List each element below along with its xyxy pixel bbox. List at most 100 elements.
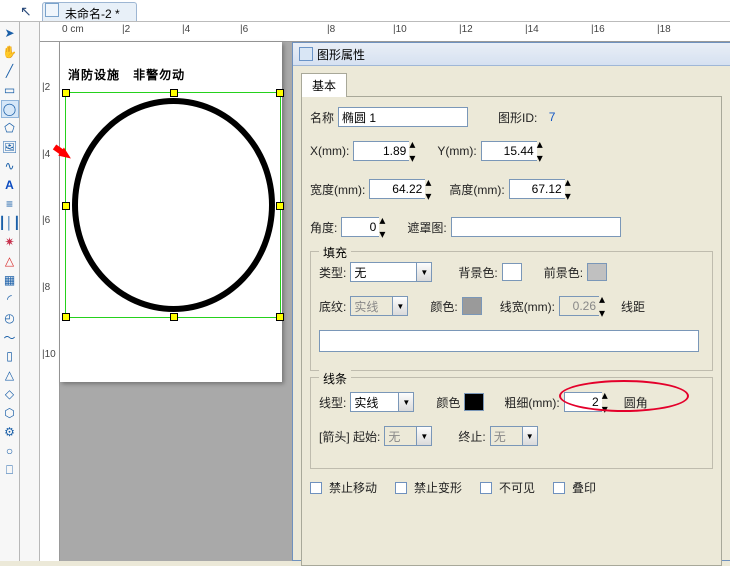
title-bar: ↖ 未命名-2 * <box>0 0 730 22</box>
gear-tool-icon[interactable]: ⚙ <box>1 423 19 441</box>
barcode-tool-icon[interactable]: ┃│┃ <box>1 214 19 232</box>
line-tool-icon[interactable]: ╱ <box>1 62 19 80</box>
canvas-area[interactable]: 消防设施 非警勿动 <box>60 42 292 561</box>
spin-down-icon[interactable]: ▾ <box>565 189 571 203</box>
fill-legend: 填充 <box>319 244 351 261</box>
dropdown-icon: ▼ <box>392 296 408 316</box>
spin-down-icon[interactable]: ▾ <box>425 189 431 203</box>
spacing-label: 线距 <box>621 298 645 315</box>
handle-ne[interactable] <box>276 89 284 97</box>
ruler-h-lbl: |12 <box>459 24 473 35</box>
name-input[interactable] <box>338 107 468 127</box>
lockmove-checkbox[interactable] <box>310 482 322 494</box>
arrow-end-label: 终止: <box>458 428 485 445</box>
curve-tool-icon[interactable]: ∿ <box>1 157 19 175</box>
triangle-tool-icon[interactable]: △ <box>1 366 19 384</box>
hand-tool-icon[interactable]: ✋ <box>1 43 19 61</box>
pattern-select <box>350 296 392 316</box>
ruler-v-lbl: |6 <box>42 215 50 226</box>
linewidth-input <box>559 296 599 316</box>
linetype-label: 线型: <box>319 394 346 411</box>
mask-input[interactable] <box>451 217 621 237</box>
fgcolor-label: 前景色: <box>544 264 583 281</box>
spin-up-icon[interactable]: ▴ <box>425 175 431 189</box>
width-label: 宽度(mm): <box>310 181 365 198</box>
handle-se[interactable] <box>276 313 284 321</box>
panel-title-bar[interactable]: 图形属性 <box>293 43 730 66</box>
invisible-label: 不可见 <box>499 479 535 496</box>
dropdown-icon: ▼ <box>522 426 538 446</box>
width-input[interactable] <box>369 179 425 199</box>
wave-tool-icon[interactable]: 〜 <box>1 328 19 346</box>
handle-sw[interactable] <box>62 313 70 321</box>
page-tool-icon[interactable]: ⎕ <box>1 461 19 479</box>
thickness-label: 粗细(mm): <box>504 394 559 411</box>
y-label: Y(mm): <box>437 144 476 158</box>
bgcolor-swatch[interactable] <box>502 263 522 281</box>
text-tool-icon[interactable]: A <box>1 176 19 194</box>
mask-label: 遮罩图: <box>407 219 446 236</box>
dropdown-icon[interactable]: ▼ <box>416 262 432 282</box>
fill-extra-input[interactable] <box>319 330 699 352</box>
spin-up-icon[interactable]: ▴ <box>409 137 415 151</box>
circle2-tool-icon[interactable]: ○ <box>1 442 19 460</box>
ruler-h-lbl: |18 <box>657 24 671 35</box>
image-tool-icon[interactable]: 🖼 <box>1 138 19 156</box>
handle-e[interactable] <box>276 202 284 210</box>
radius-label: 圆角 <box>624 394 648 411</box>
lockmove-label: 禁止移动 <box>329 479 377 496</box>
diamond-tool-icon[interactable]: ◇ <box>1 385 19 403</box>
spin-down-icon[interactable]: ▾ <box>602 402 608 416</box>
angle-input[interactable] <box>341 217 379 237</box>
fgcolor-swatch[interactable] <box>587 263 607 281</box>
ruler-h-lbl: 0 cm <box>62 24 84 35</box>
ruler-h-lbl: |16 <box>591 24 605 35</box>
handle-nw[interactable] <box>62 89 70 97</box>
linewidth-label: 线宽(mm): <box>500 298 555 315</box>
ruler-v-lbl: |8 <box>42 282 50 293</box>
angle-label: 角度: <box>310 219 337 236</box>
pointer-tool-icon[interactable]: ➤ <box>1 24 19 42</box>
fillcolor-swatch[interactable] <box>462 297 482 315</box>
y-input[interactable] <box>481 141 537 161</box>
rect-tool-icon[interactable]: ▭ <box>1 81 19 99</box>
star-tool-icon[interactable]: ✷ <box>1 233 19 251</box>
spin-down-icon[interactable]: ▾ <box>379 227 385 241</box>
list-tool-icon[interactable]: ≡ <box>1 195 19 213</box>
spin-up-icon[interactable]: ▴ <box>565 175 571 189</box>
linecolor-swatch[interactable] <box>464 393 484 411</box>
tab-basic[interactable]: 基本 <box>301 73 347 97</box>
tool-strip-left-b <box>20 22 40 561</box>
lockresize-checkbox[interactable] <box>395 482 407 494</box>
table-tool-icon[interactable]: ▦ <box>1 271 19 289</box>
id-value[interactable]: 7 <box>549 110 556 124</box>
bgcolor-label: 背景色: <box>458 264 497 281</box>
ellipse-tool-icon[interactable]: ◯ <box>1 100 19 118</box>
arc-tool-icon[interactable]: ◜ <box>1 290 19 308</box>
panel-body: 名称 图形ID: 7 X(mm): ▴▾ Y(mm): ▴▾ 宽度(mm): ▴… <box>301 96 722 566</box>
invisible-checkbox[interactable] <box>480 482 492 494</box>
thickness-input[interactable] <box>564 392 602 412</box>
dropdown-icon[interactable]: ▼ <box>398 392 414 412</box>
canvas-page: 消防设施 非警勿动 <box>60 42 282 382</box>
filltype-select[interactable] <box>350 262 416 282</box>
handle-n[interactable] <box>170 89 178 97</box>
arrow-start-label: [箭头] 起始: <box>319 428 380 445</box>
overprint-checkbox[interactable] <box>553 482 565 494</box>
height-input[interactable] <box>509 179 565 199</box>
polygon-tool-icon[interactable]: ⬠ <box>1 119 19 137</box>
hex-tool-icon[interactable]: ⬡ <box>1 404 19 422</box>
pie-tool-icon[interactable]: ◴ <box>1 309 19 327</box>
spin-down-icon[interactable]: ▾ <box>409 151 415 165</box>
handle-w[interactable] <box>62 202 70 210</box>
handle-s[interactable] <box>170 313 178 321</box>
x-input[interactable] <box>353 141 409 161</box>
spin-up-icon[interactable]: ▴ <box>602 388 608 402</box>
spin-up-icon[interactable]: ▴ <box>379 213 385 227</box>
spin-down-icon[interactable]: ▾ <box>537 151 543 165</box>
spin-up-icon[interactable]: ▴ <box>537 137 543 151</box>
stamp-tool-icon[interactable]: △ <box>1 252 19 270</box>
measure-tool-icon[interactable]: ▯ <box>1 347 19 365</box>
linetype-select[interactable] <box>350 392 398 412</box>
pattern-label: 底纹: <box>319 298 346 315</box>
